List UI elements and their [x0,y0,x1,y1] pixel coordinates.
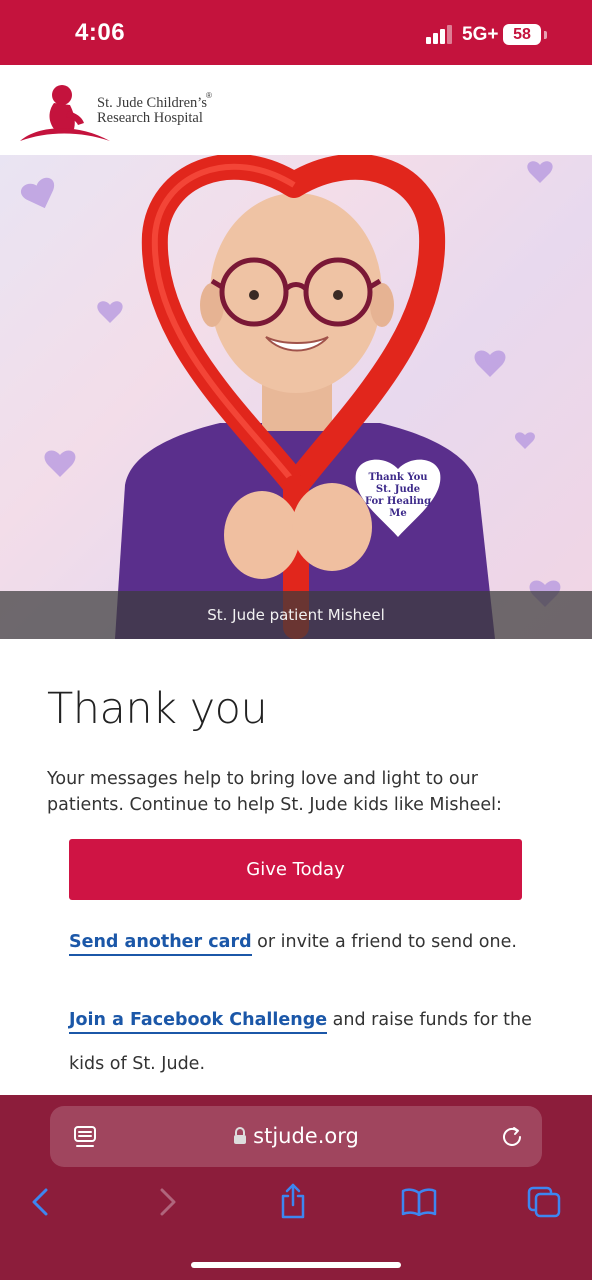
back-icon[interactable] [30,1188,50,1216]
cellular-signal-icon [426,24,456,44]
address-bar[interactable]: stjude.org [50,1106,542,1167]
site-header: St. Jude Children’s Research Hospital ® [0,65,592,155]
sign-line-4: Me [389,508,406,519]
url-text: stjude.org [253,1124,359,1148]
sign-line-2: St. Jude [376,484,420,495]
network-type: 5G+ [462,24,499,45]
hero-image: Thank You St. Jude For Healing Me St. Ju… [0,155,592,639]
battery-icon: 58 [503,24,541,45]
sign-line-1: Thank You [368,472,427,483]
send-card-line: Send another card or invite a friend to … [69,932,517,956]
page-title: Thank you [47,684,268,734]
url-display[interactable]: stjude.org [50,1106,542,1167]
hero-caption: St. Jude patient Misheel [0,591,592,639]
share-icon[interactable] [279,1183,307,1219]
lock-icon [234,1127,247,1144]
registered-mark: ® [206,91,212,100]
home-indicator [191,1262,401,1268]
logo-line-2: Research Hospital [97,110,203,126]
status-bar: 4:06 5G+ 58 [0,0,592,65]
facebook-challenge-link[interactable]: Join a Facebook Challenge [69,1010,328,1034]
battery-tip [544,31,547,39]
hero-illustration: Thank You St. Jude For Healing Me [21,155,561,639]
send-another-card-link[interactable]: Send another card [69,932,252,956]
bookmarks-icon[interactable] [401,1188,437,1216]
reload-icon[interactable] [500,1125,524,1149]
logo-line-1: St. Jude Children’s [97,95,207,111]
logo-text: St. Jude Children’s Research Hospital [97,96,207,126]
give-today-button[interactable]: Give Today [69,839,522,900]
facebook-challenge-line: Join a Facebook Challenge and raise fund… [69,998,539,1086]
body-copy: Your messages help to bring love and lig… [47,769,502,815]
sign-line-3: For Healing [365,496,431,507]
tabs-icon[interactable] [527,1186,561,1218]
status-time: 4:06 [75,19,126,46]
send-card-rest: or invite a friend to send one. [251,932,517,952]
forward-icon[interactable] [158,1188,178,1216]
